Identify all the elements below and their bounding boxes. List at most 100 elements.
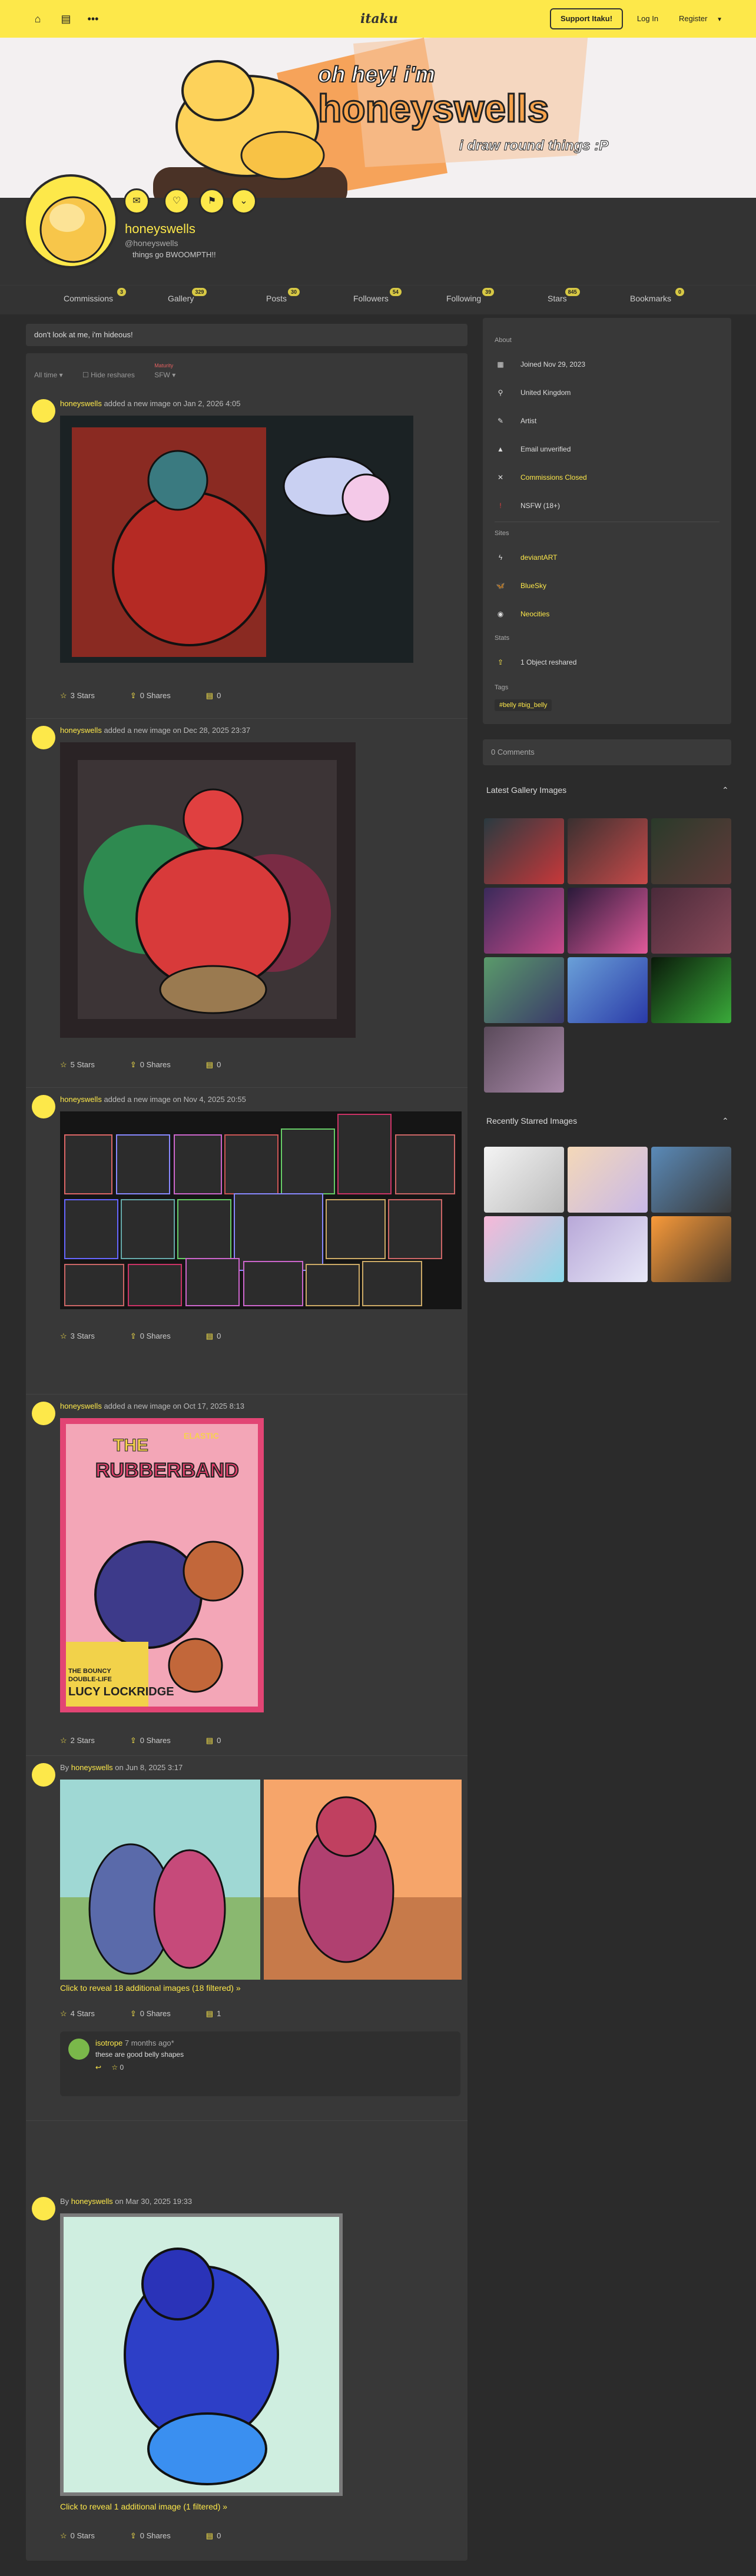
comment-button[interactable]: ▤ 0 [206,1332,239,1340]
gallery-thumbnail[interactable] [568,818,648,884]
post-stats: ☆ 0 Stars ⇪ 0 Shares ▤ 0 [60,2531,256,2541]
follow-button[interactable]: ♡ [164,188,190,214]
commenter-avatar[interactable] [68,2039,89,2060]
comment-button[interactable]: ▤ 1 [206,2009,239,2018]
tag-chip[interactable]: #belly #big_belly [495,699,552,711]
home-icon[interactable]: ⌂ [31,12,45,26]
stars-count: 4 Stars [70,2009,95,2018]
reshared-row: ⇪ 1 Object reshared [495,658,576,666]
site-link[interactable]: Neocities [520,610,549,618]
post-image[interactable] [264,1780,462,1980]
tab-commissions[interactable]: Commissions 3 [64,288,127,303]
gallery-thumbnail[interactable] [651,1216,731,1282]
login-button[interactable]: Log In [634,8,662,29]
post-avatar[interactable] [32,726,55,749]
site-link[interactable]: deviantART [520,553,557,562]
post-image[interactable] [60,1111,462,1309]
gallery-thumbnail[interactable] [568,1147,648,1213]
gallery-thumbnail[interactable] [484,1027,564,1093]
star-button[interactable]: ☆ 4 Stars [60,2009,112,2018]
post-artwork [60,1111,462,1309]
comment-button[interactable]: ▤ 0 [206,1060,239,1069]
commissions-link[interactable]: Commissions Closed [520,473,587,482]
neocities-icon: ◉ [497,610,504,618]
share-button[interactable]: ⇪ 0 Shares [130,1060,188,1069]
star-button[interactable]: ☆ 3 Stars [60,1332,112,1340]
share-button[interactable]: ⇪ 0 Shares [130,2531,188,2540]
star-button[interactable]: ☆ 2 Stars [60,1736,112,1745]
reply-icon[interactable]: ↩ [95,2063,101,2072]
stars-count: 3 Stars [70,691,95,700]
post-author-link[interactable]: honeyswells [60,1402,102,1410]
post-image[interactable] [60,742,356,1038]
more-icon[interactable]: ••• [86,12,100,26]
maturity-select[interactable]: Maturity SFW ▾ [154,363,175,379]
gallery-thumbnail[interactable] [484,1216,564,1282]
post-author-link[interactable]: honeyswells [71,1763,113,1772]
post-author-link[interactable]: honeyswells [71,2197,113,2206]
support-button[interactable]: Support Itaku! [550,8,623,29]
star-button[interactable]: ☆ 5 Stars [60,1060,112,1069]
comment-button[interactable]: ▤ 0 [206,1736,239,1745]
tab-bookmarks[interactable]: Bookmarks 0 [630,288,685,303]
star-button[interactable]: ☆ 3 Stars [60,691,112,700]
reveal-images-link[interactable]: Click to reveal 18 additional images (18… [60,1983,241,1993]
site-row: ϟ deviantART [495,553,558,562]
star-icon[interactable]: ☆ [111,2063,118,2072]
commenter-link[interactable]: isotrope [95,2039,122,2047]
post-image[interactable] [60,1780,260,1980]
gallery-thumbnail[interactable] [484,888,564,954]
comments-box[interactable]: 0 Comments [483,739,731,765]
gallery-thumbnail[interactable] [568,888,648,954]
message-button[interactable]: ✉ [124,188,150,214]
starred-header[interactable]: Recently Starred Images ⌃ [486,1116,729,1126]
tab-following[interactable]: Following 39 [446,288,495,303]
gallery-thumbnail[interactable] [484,818,564,884]
post-avatar[interactable] [32,1402,55,1425]
share-button[interactable]: ⇪ 0 Shares [130,2009,188,2018]
post-image[interactable]: THE ELASTIC RUBBERBAND THE BOUNCY DOUBLE… [60,1418,264,1712]
post-author-link[interactable]: honeyswells [60,399,102,408]
post-card: By honeyswells on Jun 8, 2025 3:17 Click… [26,1756,467,2121]
reveal-images-link[interactable]: Click to reveal 1 additional image (1 fi… [60,2502,227,2511]
gallery-thumbnail[interactable] [651,957,731,1023]
comment-button[interactable]: ▤ 0 [206,2531,239,2540]
tab-gallery[interactable]: Gallery 329 [168,288,207,303]
gallery-thumbnail[interactable] [651,1147,731,1213]
comment-button[interactable]: ▤ 0 [206,691,239,700]
gallery-thumbnail[interactable] [568,957,648,1023]
time-filter[interactable]: All time ▾ [34,371,63,379]
share-button[interactable]: ⇪ 0 Shares [130,1736,188,1745]
hide-reshares-checkbox[interactable]: ☐ Hide reshares [82,371,135,379]
post-author-link[interactable]: honeyswells [60,1095,102,1104]
tab-label: Following [446,294,482,303]
share-button[interactable]: ⇪ 0 Shares [130,691,188,700]
gallery-thumbnail[interactable] [484,1147,564,1213]
gallery-thumbnail[interactable] [651,818,731,884]
latest-gallery-header[interactable]: Latest Gallery Images ⌃ [486,785,729,795]
bookmark-button[interactable]: ⚑ [199,188,225,214]
post-author-link[interactable]: honeyswells [60,726,102,735]
post-image[interactable] [60,416,413,663]
post-action-text: added a new image on Oct 17, 2025 8:13 [101,1402,244,1410]
site-logo[interactable]: itaku [360,11,398,27]
shares-count: 0 Shares [140,1332,171,1340]
post-image[interactable] [60,2213,343,2496]
tab-posts[interactable]: Posts 30 [266,288,300,303]
share-button[interactable]: ⇪ 0 Shares [130,1332,188,1340]
post-avatar[interactable] [32,399,55,423]
more-options-button[interactable]: ⌄ [231,188,257,214]
post-avatar[interactable] [32,1095,55,1118]
tab-followers[interactable]: Followers 54 [353,288,402,303]
post-avatar[interactable] [32,1763,55,1787]
star-button[interactable]: ☆ 0 Stars [60,2531,112,2540]
tab-stars[interactable]: Stars 845 [548,288,580,303]
post-artwork [264,1780,462,1980]
book-icon[interactable]: ▤ [59,12,73,26]
gallery-thumbnail[interactable] [568,1216,648,1282]
gallery-thumbnail[interactable] [484,957,564,1023]
site-link[interactable]: BlueSky [520,582,546,590]
register-button[interactable]: Register ▼ [671,8,730,29]
gallery-thumbnail[interactable] [651,888,731,954]
post-avatar[interactable] [32,2197,55,2220]
